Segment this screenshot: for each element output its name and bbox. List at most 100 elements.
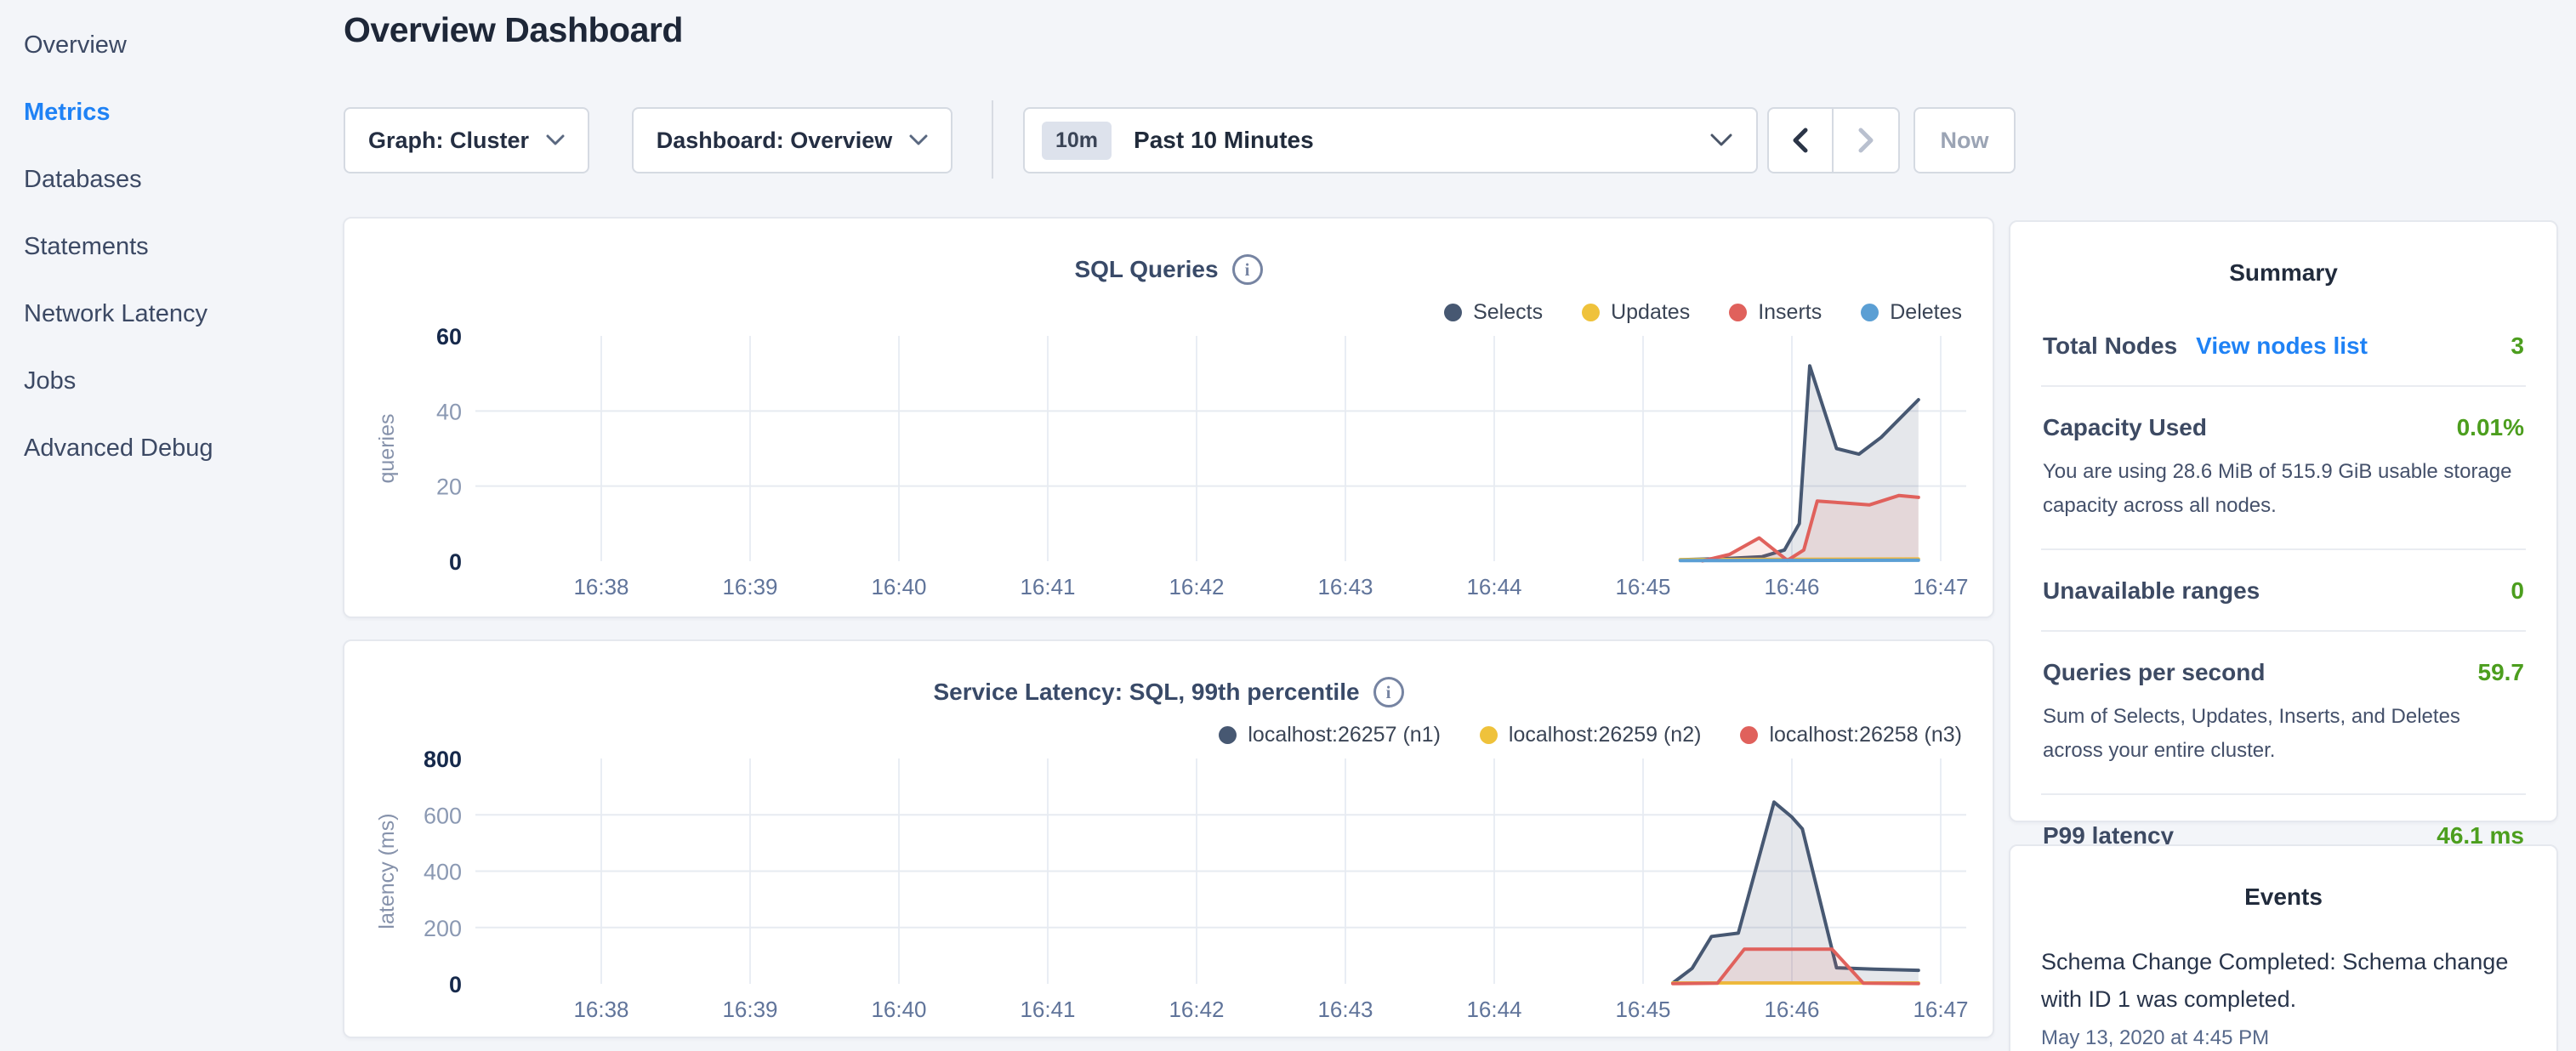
summary-row-label: Capacity Used [2043,414,2207,441]
chevron-left-icon [1792,128,1809,153]
sidebar: OverviewMetricsDatabasesStatementsNetwor… [24,12,321,482]
dashboard-dropdown[interactable]: Dashboard: Overview [632,107,952,173]
summary-row-value: 59.7 [2478,659,2525,686]
summary-row-value: 0.01% [2457,414,2524,441]
time-range-badge: 10m [1042,122,1112,160]
event-timestamp: May 13, 2020 at 4:45 PM [2041,1026,2526,1050]
time-range-label: Past 10 Minutes [1134,127,1314,154]
summary-title: Summary [2041,259,2526,287]
sidebar-item-metrics[interactable]: Metrics [24,79,321,146]
chevron-down-icon [546,134,565,146]
summary-row-label: Total Nodes [2043,332,2177,360]
summary-row-label: Unavailable ranges [2043,577,2260,605]
summary-row-value: 3 [2511,332,2524,360]
legend-dot [1480,726,1498,744]
svg-text:16:39: 16:39 [722,997,777,1022]
legend-label: Deletes [1890,300,1962,325]
legend-label: localhost:26259 (n2) [1509,723,1702,747]
legend-dot [1444,304,1462,321]
info-icon[interactable]: i [1373,677,1404,707]
sidebar-item-network-latency[interactable]: Network Latency [24,281,321,348]
svg-text:16:43: 16:43 [1317,574,1373,599]
legend-dot [1861,304,1879,321]
svg-text:16:44: 16:44 [1466,574,1521,599]
legend-dot [1740,726,1758,744]
events-title: Events [2041,883,2526,911]
legend-item-inserts: Inserts [1729,300,1822,325]
time-range-picker[interactable]: 10m Past 10 Minutes [1023,107,1758,173]
svg-text:16:47: 16:47 [1913,997,1968,1022]
svg-text:16:41: 16:41 [1020,574,1075,599]
chart-title: Service Latency: SQL, 99th percentile [933,679,1359,706]
legend-label: Inserts [1758,300,1822,325]
sidebar-item-databases[interactable]: Databases [24,146,321,213]
time-pager [1767,107,1900,173]
sql-queries-chart-card: SQL Queries i Selects Updates Inserts Delet… [343,217,1994,618]
summary-row-queries-per-second: Queries per second 59.7 Sum of Selects, … [2041,632,2526,795]
info-icon[interactable]: i [1232,254,1263,285]
legend-label: Updates [1611,300,1690,325]
chart-title: SQL Queries [1074,256,1218,283]
legend-item-selects: Selects [1444,300,1543,325]
summary-row-description: You are using 28.6 MiB of 515.9 GiB usab… [2043,455,2524,523]
chart-canvas[interactable]: 0200400600800latency (ms)16:3816:3916:40… [344,750,1996,1039]
svg-text:16:38: 16:38 [573,574,628,599]
sidebar-item-statements[interactable]: Statements [24,213,321,281]
svg-text:16:42: 16:42 [1169,574,1224,599]
graph-dropdown[interactable]: Graph: Cluster [344,107,589,173]
legend-dot [1219,726,1237,744]
now-button[interactable]: Now [1914,107,2016,173]
chevron-down-icon [1710,134,1732,147]
page-title: Overview Dashboard [344,10,683,50]
legend-label: localhost:26257 (n1) [1248,723,1441,747]
previous-time-window-button[interactable] [1769,109,1834,172]
svg-text:16:41: 16:41 [1020,997,1075,1022]
svg-text:16:40: 16:40 [871,574,926,599]
legend-item-localhost-26257-n1-: localhost:26257 (n1) [1219,723,1441,747]
svg-text:16:43: 16:43 [1317,997,1373,1022]
svg-text:queries: queries [375,414,399,484]
svg-text:16:38: 16:38 [573,997,628,1022]
summary-row-total-nodes: Total Nodes View nodes list 3 [2041,305,2526,387]
summary-panel: Summary Total Nodes View nodes list 3 Ca… [2009,220,2558,822]
legend-item-localhost-26259-n2-: localhost:26259 (n2) [1480,723,1702,747]
svg-text:16:46: 16:46 [1764,997,1819,1022]
legend-item-updates: Updates [1582,300,1690,325]
legend-dot [1582,304,1600,321]
legend-label: Selects [1473,300,1543,325]
svg-text:200: 200 [424,916,462,941]
svg-text:16:39: 16:39 [722,574,777,599]
sidebar-item-jobs[interactable]: Jobs [24,348,321,415]
chart-canvas[interactable]: 0 20 40 60 queries 16:38 16:39 16:40 16:41 16:42 1… [344,327,1996,616]
sidebar-item-overview[interactable]: Overview [24,12,321,79]
svg-text:latency (ms): latency (ms) [375,813,399,929]
svg-text:0: 0 [449,972,462,997]
event-text: Schema Change Completed: Schema change w… [2041,943,2526,1018]
sidebar-item-advanced-debug[interactable]: Advanced Debug [24,415,321,482]
svg-text:60: 60 [436,327,462,349]
svg-text:16:42: 16:42 [1169,997,1224,1022]
service-latency-chart-card: Service Latency: SQL, 99th percentile i … [343,639,1994,1038]
chevron-down-icon [909,134,928,146]
dashboard-dropdown-label: Dashboard: Overview [657,128,893,154]
svg-text:16:46: 16:46 [1764,574,1819,599]
summary-row-unavailable-ranges: Unavailable ranges 0 [2041,550,2526,632]
chart-legend: localhost:26257 (n1) localhost:26259 (n2)… [1219,723,1962,747]
event-list-item: Schema Change Completed: Schema change w… [2041,943,2526,1050]
svg-text:0: 0 [449,549,462,575]
legend-item-localhost-26258-n3-: localhost:26258 (n3) [1740,723,1962,747]
legend-item-deletes: Deletes [1861,300,1962,325]
events-panel: Events Schema Change Completed: Schema c… [2009,844,2558,1051]
svg-text:16:45: 16:45 [1615,997,1670,1022]
svg-text:20: 20 [436,474,462,500]
summary-row-capacity-used: Capacity Used 0.01% You are using 28.6 M… [2041,387,2526,550]
svg-text:16:47: 16:47 [1913,574,1968,599]
summary-row-description: Sum of Selects, Updates, Inserts, and De… [2043,700,2524,768]
svg-text:16:44: 16:44 [1466,997,1521,1022]
svg-text:800: 800 [424,750,462,772]
next-time-window-button[interactable] [1834,109,1898,172]
svg-text:40: 40 [436,399,462,424]
view-nodes-list-link[interactable]: View nodes list [2196,332,2368,360]
svg-text:16:45: 16:45 [1615,574,1670,599]
legend-label: localhost:26258 (n3) [1769,723,1962,747]
